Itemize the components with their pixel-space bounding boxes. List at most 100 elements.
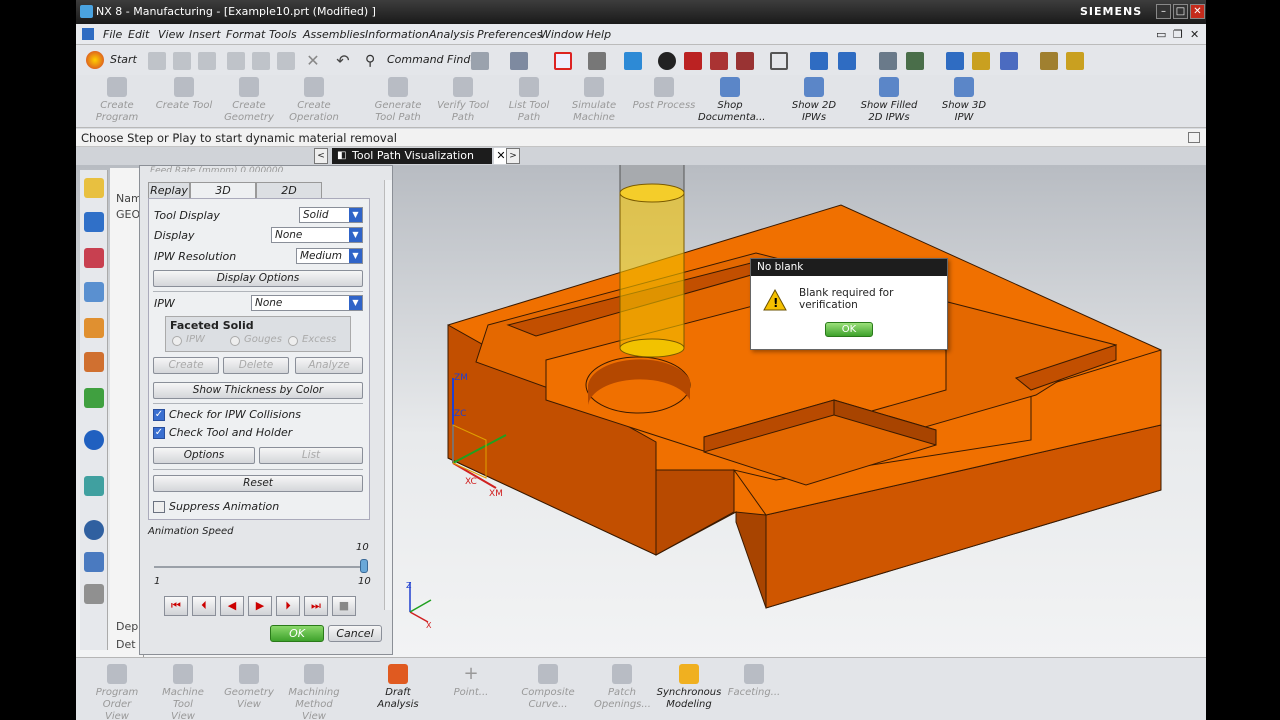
synchronous-modeling-button[interactable]: Synchronous Modeling — [656, 664, 722, 711]
web-browser-icon[interactable] — [84, 430, 104, 450]
check-collisions-checkbox[interactable]: ✓ — [153, 409, 165, 421]
rewind-to-start-button[interactable]: ⏮ — [164, 596, 188, 616]
stop-button[interactable]: ■ — [332, 596, 356, 616]
generate-tool-path-button[interactable]: Generate Tool Path — [372, 77, 424, 124]
nav-details[interactable]: Det — [116, 638, 136, 651]
menu-window[interactable]: Window — [540, 28, 584, 41]
show-filled-2d-ipws-button[interactable]: Show Filled 2D IPWs — [858, 77, 920, 124]
doc-close-button[interactable]: ✕ — [1190, 28, 1199, 41]
reuse-library-icon[interactable] — [84, 352, 104, 372]
constraint-navigator-icon[interactable] — [84, 212, 104, 232]
paste-icon[interactable] — [277, 52, 295, 70]
dock-left-arrow[interactable]: < — [314, 148, 328, 164]
tool-display-select[interactable]: Solid ▼ — [299, 207, 363, 223]
menu-insert[interactable]: Insert — [189, 28, 221, 41]
dialog-scrollbar[interactable] — [384, 180, 392, 610]
list-button[interactable]: List — [259, 447, 363, 464]
animation-speed-thumb[interactable] — [360, 559, 368, 573]
display-options-button[interactable]: Display Options — [153, 270, 363, 287]
cancel-button[interactable]: Cancel — [328, 625, 382, 642]
save-icon[interactable] — [198, 52, 216, 70]
radio-excess[interactable] — [288, 336, 298, 346]
menu-file[interactable]: File — [103, 28, 122, 41]
menu-preferences[interactable]: Preferences — [477, 28, 542, 41]
display-mode-icon[interactable] — [510, 52, 528, 70]
menu-analysis[interactable]: Analysis — [429, 28, 474, 41]
clock-icon[interactable] — [84, 520, 104, 540]
arrows-icon[interactable] — [946, 52, 964, 70]
delete-icon[interactable]: ✕ — [304, 52, 322, 70]
composite-curve-button[interactable]: Composite Curve... — [520, 664, 576, 711]
show-2d-ipws-button[interactable]: Show 2D IPWs — [788, 77, 840, 124]
tab-replay[interactable]: Replay — [148, 182, 190, 199]
program-order-view-button[interactable]: Program Order View — [92, 664, 142, 720]
doc-restore-button[interactable]: ❐ — [1173, 28, 1183, 41]
command-finder-button[interactable]: Command Finder — [387, 53, 482, 66]
message-ok-button[interactable]: OK — [825, 322, 873, 337]
post-process-button[interactable]: Post Process — [632, 77, 696, 112]
menu-help[interactable]: Help — [586, 28, 611, 41]
create-program-button[interactable]: Create Program — [92, 77, 142, 124]
play-backward-button[interactable]: ◀ — [220, 596, 244, 616]
animation-speed-track[interactable] — [154, 566, 364, 568]
app-menu-icon[interactable] — [82, 28, 94, 40]
start-button[interactable]: Start — [110, 53, 137, 66]
delete-button[interactable]: Delete — [223, 357, 289, 374]
fit-view-icon[interactable] — [554, 52, 572, 70]
radio-gouges[interactable] — [230, 336, 240, 346]
menu-assemblies[interactable]: Assemblies — [303, 28, 365, 41]
part-navigator-icon[interactable] — [84, 248, 104, 268]
create-geometry-button[interactable]: Create Geometry — [224, 77, 274, 124]
doc-minimize-button[interactable]: ▭ — [1156, 28, 1166, 41]
tool-path-visualization-tab[interactable]: Tool Path Visualization ◧ ✕ — [332, 148, 508, 164]
copy-icon[interactable] — [252, 52, 270, 70]
faceting-button[interactable]: Faceting... — [726, 664, 782, 699]
system-materials-icon[interactable] — [84, 552, 104, 572]
nav-geo-row[interactable]: GEO — [116, 208, 140, 221]
view-top-icon[interactable] — [736, 52, 754, 70]
wrench-icon[interactable] — [972, 52, 990, 70]
analysis-icon[interactable] — [1066, 52, 1084, 70]
rotate-icon[interactable] — [658, 52, 676, 70]
tab-3d-dynamic[interactable]: 3D Dynamic — [190, 182, 256, 212]
cut-icon[interactable] — [227, 52, 245, 70]
simulate-machine-button[interactable]: Simulate Machine — [568, 77, 620, 124]
start-icon[interactable] — [86, 51, 104, 69]
options-button[interactable]: Options — [153, 447, 255, 464]
background-icon[interactable] — [770, 52, 788, 70]
maximize-button[interactable]: □ — [1173, 4, 1188, 19]
machine-tool-view-button[interactable]: Machine Tool View — [152, 664, 214, 720]
create-operation-button[interactable]: Create Operation — [288, 77, 340, 124]
assembly-icon[interactable] — [879, 52, 897, 70]
zoom-icon[interactable] — [588, 52, 606, 70]
view-front-icon[interactable] — [684, 52, 702, 70]
menu-view[interactable]: View — [158, 28, 184, 41]
operation-navigator-icon[interactable] — [84, 282, 104, 302]
analyze-button[interactable]: Analyze — [295, 357, 363, 374]
history-icon[interactable] — [84, 476, 104, 496]
selection-filter-icon[interactable] — [471, 52, 489, 70]
display-select[interactable]: None ▼ — [271, 227, 363, 243]
close-button[interactable]: ✕ — [1190, 4, 1205, 19]
measure-icon[interactable] — [1040, 52, 1058, 70]
suppress-animation-checkbox[interactable] — [153, 501, 165, 513]
patch-openings-button[interactable]: Patch Openings... — [594, 664, 651, 711]
dock-right-arrow[interactable]: > — [506, 148, 520, 164]
command-finder-icon[interactable]: ⚲ — [365, 52, 383, 70]
machine-navigator-icon[interactable] — [84, 318, 104, 338]
point-button[interactable]: + Point... — [446, 664, 496, 699]
csys-icon[interactable] — [810, 52, 828, 70]
radio-ipw[interactable] — [172, 336, 182, 346]
reset-button[interactable]: Reset — [153, 475, 363, 492]
open-file-icon[interactable] — [173, 52, 191, 70]
minimize-button[interactable]: – — [1156, 4, 1171, 19]
play-forward-button[interactable]: ▶ — [248, 596, 272, 616]
cue-settings-icon[interactable] — [1188, 132, 1200, 143]
create-button[interactable]: Create — [153, 357, 219, 374]
geometry-view-button[interactable]: Geometry View — [224, 664, 274, 711]
list-tool-path-button[interactable]: List Tool Path — [504, 77, 554, 124]
roles-icon[interactable] — [84, 584, 104, 604]
machining-method-view-button[interactable]: Machining Method View — [282, 664, 346, 720]
snap-icon[interactable] — [838, 52, 856, 70]
draft-analysis-button[interactable]: Draft Analysis — [372, 664, 424, 711]
